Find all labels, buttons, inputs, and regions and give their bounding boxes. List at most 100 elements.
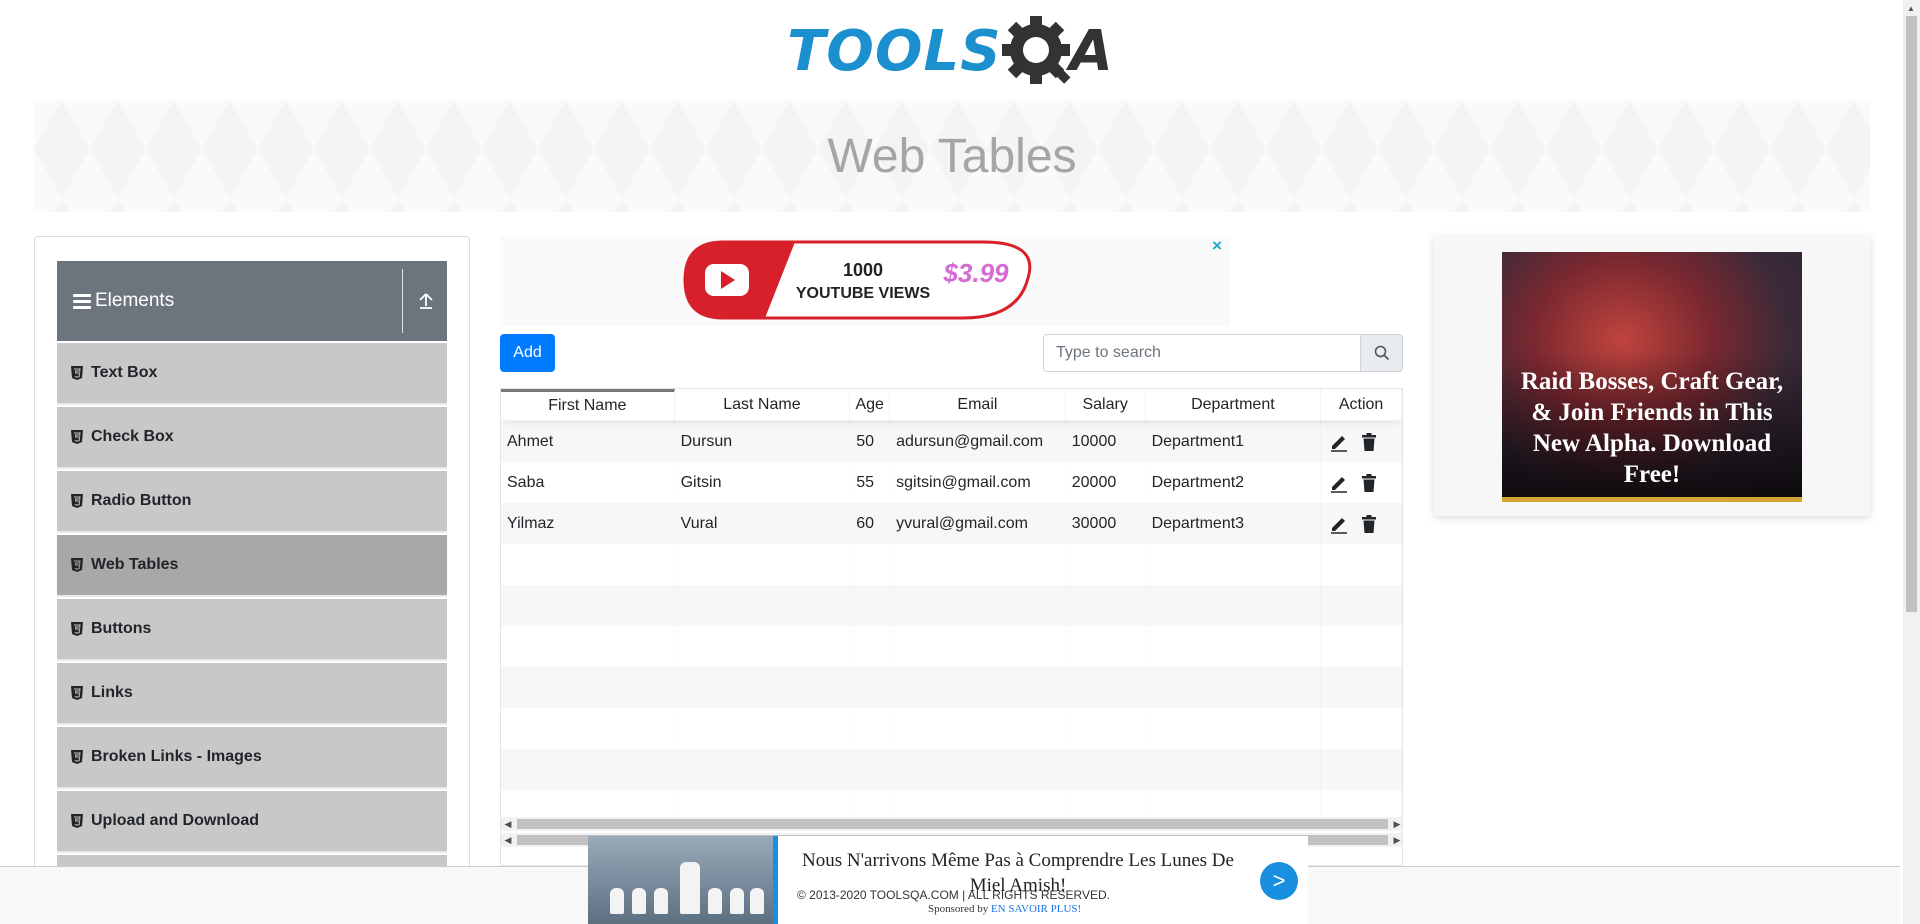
sidebar-item-links[interactable]: Links	[57, 663, 447, 725]
sidebar-item-label: Web Tables	[91, 556, 179, 573]
search-box	[1043, 334, 1403, 372]
html5-icon	[71, 622, 83, 636]
empty-row	[501, 749, 1402, 790]
table-scrollbar[interactable]: ◀ ▶	[501, 817, 1402, 831]
table-row: Saba Gitsin 55 sgitsin@gmail.com 20000 D…	[501, 462, 1402, 503]
cell-email: yvural@gmail.com	[896, 514, 1028, 532]
delete-trash-icon[interactable]	[1359, 514, 1379, 534]
youtube-views-ad: 1000 YOUTUBE VIEWS $3.99	[683, 240, 1032, 320]
edit-pencil-icon[interactable]	[1329, 432, 1349, 452]
html5-icon	[71, 494, 83, 508]
sidebar-item-label: Broken Links - Images	[91, 748, 262, 765]
logo-text-a: A	[1069, 19, 1113, 84]
empty-row	[501, 544, 1402, 585]
html5-icon	[71, 430, 83, 444]
delete-trash-icon[interactable]	[1359, 432, 1379, 452]
sidebar-item-label: Buttons	[91, 620, 152, 637]
edit-pencil-icon[interactable]	[1329, 473, 1349, 493]
toolsqa-logo[interactable]: TOOLS A	[787, 10, 1113, 90]
ad-banner-top[interactable]: 1000 YOUTUBE VIEWS $3.99	[500, 236, 1230, 326]
scrollbar-thumb[interactable]	[517, 819, 1388, 829]
cell-email: sgitsin@gmail.com	[896, 473, 1031, 491]
logo-text-tools: TOOLS	[787, 19, 1002, 84]
cell-first-name: Ahmet	[507, 432, 554, 450]
empty-row	[501, 708, 1402, 749]
sidebar-item-web-tables[interactable]: Web Tables	[57, 535, 447, 597]
group-title: Elements	[95, 290, 175, 311]
ad-panel-right[interactable]: Raid Bosses, Craft Gear, & Join Friends …	[1434, 236, 1870, 516]
sidebar-item-radio-button[interactable]: Radio Button	[57, 471, 447, 533]
collapse-arrow-icon[interactable]	[412, 287, 440, 315]
html5-icon	[71, 686, 83, 700]
cell-age: 60	[856, 514, 875, 532]
page-banner: Web Tables	[34, 100, 1870, 212]
edit-pencil-icon[interactable]	[1329, 514, 1349, 534]
game-ad-creative[interactable]: Raid Bosses, Craft Gear, & Join Friends …	[1502, 252, 1802, 502]
page-scrollbar[interactable]: ▲	[1903, 0, 1920, 924]
cell-action	[1321, 503, 1402, 544]
column-header-last-name[interactable]: Last Name	[675, 389, 851, 420]
gear-q-icon	[1001, 16, 1071, 84]
ad-accent-bar	[773, 836, 778, 924]
sidebar-item-label: Links	[91, 684, 133, 701]
ad-go-button[interactable]: >	[1260, 862, 1298, 900]
ad-close-icon[interactable]: ×	[1212, 236, 1222, 256]
menu-icon	[73, 291, 91, 312]
sponsored-text: Sponsored by EN SAVOIR PLUS!	[928, 903, 1081, 915]
cell-department: Department1	[1151, 432, 1245, 450]
table-body: Ahmet Dursun 50 adursun@gmail.com 10000 …	[501, 421, 1402, 831]
cell-department: Department3	[1151, 514, 1245, 532]
sidebar-item-buttons[interactable]: Buttons	[57, 599, 447, 661]
cell-last-name: Vural	[680, 514, 718, 532]
sidebar-item-broken-links[interactable]: Broken Links - Images	[57, 727, 447, 789]
delete-trash-icon[interactable]	[1359, 473, 1379, 493]
ad-line1: 1000	[843, 260, 883, 280]
scroll-right-icon[interactable]: ▶	[1390, 817, 1402, 831]
sidebar-group-elements[interactable]: Elements	[57, 261, 447, 341]
column-header-department[interactable]: Department	[1146, 389, 1322, 420]
cell-last-name: Dursun	[680, 432, 733, 450]
ad-strip	[1502, 497, 1802, 502]
cell-email: adursun@gmail.com	[896, 432, 1044, 450]
empty-row	[501, 626, 1402, 667]
table-row: Ahmet Dursun 50 adursun@gmail.com 10000 …	[501, 421, 1402, 462]
cell-salary: 30000	[1071, 514, 1117, 532]
html5-icon	[71, 366, 83, 380]
html5-icon	[71, 750, 83, 764]
ad-price: $3.99	[942, 258, 1009, 288]
sidebar-item-upload-download[interactable]: Upload and Download	[57, 791, 447, 853]
cell-action	[1321, 421, 1402, 462]
empty-row	[501, 585, 1402, 626]
sidebar-menu: Text Box Check Box Radio Button Web Tabl…	[57, 343, 447, 919]
search-button[interactable]	[1361, 334, 1403, 372]
sidebar-item-label: Upload and Download	[91, 812, 259, 829]
search-input[interactable]	[1043, 334, 1361, 372]
sidebar-item-check-box[interactable]: Check Box	[57, 407, 447, 469]
cell-first-name: Saba	[507, 473, 545, 491]
cell-age: 50	[856, 432, 875, 450]
ad-photo	[588, 836, 773, 924]
scroll-left-icon[interactable]: ◀	[501, 833, 515, 847]
sidebar-item-text-box[interactable]: Text Box	[57, 343, 447, 405]
page-scrollbar-thumb[interactable]	[1906, 16, 1917, 612]
web-table: First Name Last Name Age Email Salary De…	[500, 388, 1403, 866]
column-header-email[interactable]: Email	[890, 389, 1066, 420]
copyright-text: © 2013-2020 TOOLSQA.COM | ALL RIGHTS RES…	[797, 888, 1110, 902]
scroll-left-icon[interactable]: ◀	[501, 817, 515, 831]
scroll-up-icon[interactable]: ▲	[1907, 4, 1915, 13]
cell-first-name: Yilmaz	[507, 514, 555, 532]
sidebar-item-label: Radio Button	[91, 492, 192, 509]
cell-action	[1321, 462, 1402, 503]
cell-age: 55	[856, 473, 875, 491]
sponsored-link[interactable]: EN SAVOIR PLUS!	[991, 903, 1081, 915]
column-header-salary[interactable]: Salary	[1066, 389, 1146, 420]
cell-department: Department2	[1151, 473, 1245, 491]
column-header-age[interactable]: Age	[850, 389, 891, 420]
empty-row	[501, 667, 1402, 708]
ad-line2: YOUTUBE VIEWS	[796, 285, 931, 302]
table-row: Yilmaz Vural 60 yvural@gmail.com 30000 D…	[501, 503, 1402, 544]
column-header-first-name[interactable]: First Name	[501, 389, 675, 420]
scroll-right-icon[interactable]: ▶	[1390, 833, 1402, 847]
page: TOOLS A Web Tables Elements Text Box Che…	[0, 0, 1920, 924]
add-button[interactable]: Add	[500, 334, 555, 372]
